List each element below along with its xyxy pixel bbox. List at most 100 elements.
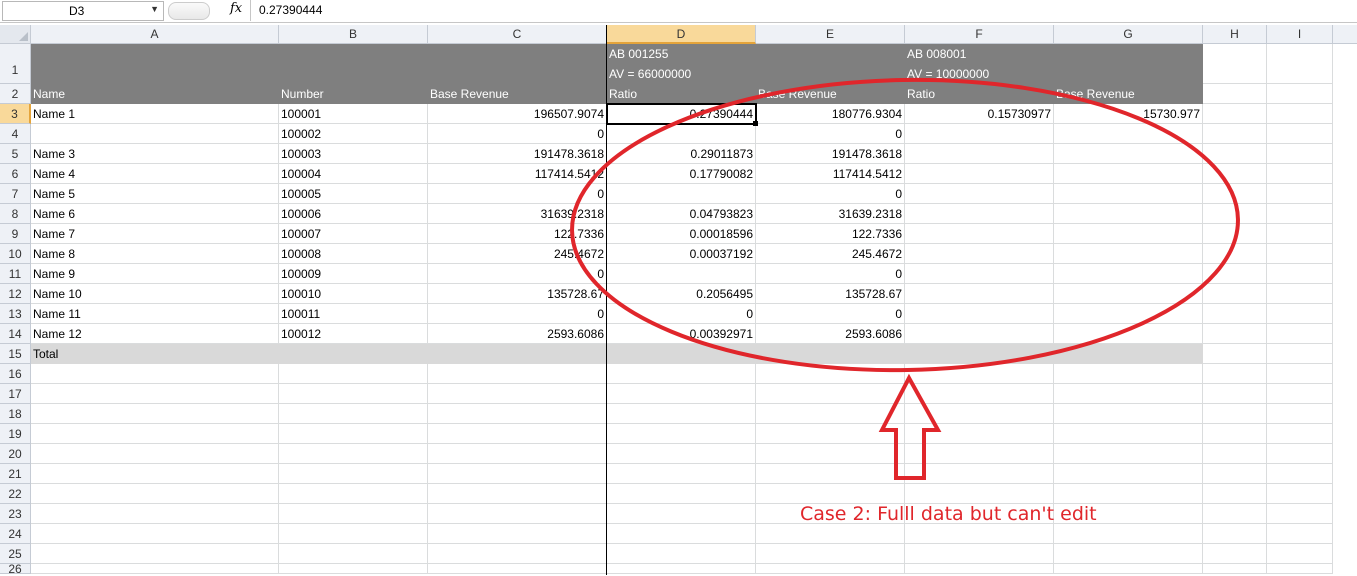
cell-g24[interactable] xyxy=(1054,524,1203,544)
cell-d9[interactable]: 0.00018596 xyxy=(607,224,756,244)
row-header-20[interactable]: 20 xyxy=(0,444,31,464)
cell-b17[interactable] xyxy=(279,384,428,404)
cell-f9[interactable] xyxy=(905,224,1054,244)
cell-d16[interactable] xyxy=(607,364,756,384)
cell-a15[interactable]: Total xyxy=(31,344,279,364)
cell-f1[interactable]: AB 008001 AV = 10000000 xyxy=(905,44,1054,84)
cell-e21[interactable] xyxy=(756,464,905,484)
cell-f14[interactable] xyxy=(905,324,1054,344)
cell-c16[interactable] xyxy=(428,364,607,384)
cell-d13[interactable]: 0 xyxy=(607,304,756,324)
cell-c25[interactable] xyxy=(428,544,607,564)
row-header-2[interactable]: 2 xyxy=(0,84,31,104)
cell-h22[interactable] xyxy=(1203,484,1267,504)
cell-c1[interactable] xyxy=(428,44,607,84)
cell-f24[interactable] xyxy=(905,524,1054,544)
cell-i17[interactable] xyxy=(1267,384,1333,404)
cell-f7[interactable] xyxy=(905,184,1054,204)
row-header-3[interactable]: 3 xyxy=(0,104,31,124)
cell-i10[interactable] xyxy=(1267,244,1333,264)
row-header-19[interactable]: 19 xyxy=(0,424,31,444)
row-header-16[interactable]: 16 xyxy=(0,364,31,384)
cell-h16[interactable] xyxy=(1203,364,1267,384)
cell-i14[interactable] xyxy=(1267,324,1333,344)
cell-b4[interactable]: 100002 xyxy=(279,124,428,144)
cell-b25[interactable] xyxy=(279,544,428,564)
cell-h6[interactable] xyxy=(1203,164,1267,184)
fill-handle[interactable] xyxy=(753,121,758,126)
column-header-f[interactable]: F xyxy=(905,25,1054,44)
cell-h20[interactable] xyxy=(1203,444,1267,464)
row-header-25[interactable]: 25 xyxy=(0,544,31,564)
cell-e25[interactable] xyxy=(756,544,905,564)
row-header-18[interactable]: 18 xyxy=(0,404,31,424)
cell-b20[interactable] xyxy=(279,444,428,464)
cell-c4[interactable]: 0 xyxy=(428,124,607,144)
cell-c23[interactable] xyxy=(428,504,607,524)
cell-e12[interactable]: 135728.67 xyxy=(756,284,905,304)
cell-g2[interactable]: Base Revenue xyxy=(1054,84,1203,104)
cell-c17[interactable] xyxy=(428,384,607,404)
cell-d8[interactable]: 0.04793823 xyxy=(607,204,756,224)
cell-g10[interactable] xyxy=(1054,244,1203,264)
cell-b8[interactable]: 100006 xyxy=(279,204,428,224)
cell-e9[interactable]: 122.7336 xyxy=(756,224,905,244)
cell-g4[interactable] xyxy=(1054,124,1203,144)
cell-c12[interactable]: 135728.67 xyxy=(428,284,607,304)
cell-h3[interactable] xyxy=(1203,104,1267,124)
cell-h23[interactable] xyxy=(1203,504,1267,524)
formula-bar-splitter[interactable] xyxy=(168,2,210,20)
cell-i23[interactable] xyxy=(1267,504,1333,524)
cell-g26[interactable] xyxy=(1054,564,1203,574)
cell-e3[interactable]: 180776.9304 xyxy=(756,104,905,124)
cell-b12[interactable]: 100010 xyxy=(279,284,428,304)
cell-f6[interactable] xyxy=(905,164,1054,184)
row-header-12[interactable]: 12 xyxy=(0,284,31,304)
cell-b3[interactable]: 100001 xyxy=(279,104,428,124)
cell-d18[interactable] xyxy=(607,404,756,424)
column-header-b[interactable]: B xyxy=(279,25,428,44)
cell-d2[interactable]: Ratio xyxy=(607,84,756,104)
cell-h25[interactable] xyxy=(1203,544,1267,564)
cell-e26[interactable] xyxy=(756,564,905,574)
cell-f5[interactable] xyxy=(905,144,1054,164)
cell-a5[interactable]: Name 3 xyxy=(31,144,279,164)
cell-a9[interactable]: Name 7 xyxy=(31,224,279,244)
cell-a25[interactable] xyxy=(31,544,279,564)
cell-f16[interactable] xyxy=(905,364,1054,384)
cell-d21[interactable] xyxy=(607,464,756,484)
cell-a8[interactable]: Name 6 xyxy=(31,204,279,224)
cell-a24[interactable] xyxy=(31,524,279,544)
cell-b9[interactable]: 100007 xyxy=(279,224,428,244)
column-header-a[interactable]: A xyxy=(31,25,279,44)
cell-f18[interactable] xyxy=(905,404,1054,424)
row-header-24[interactable]: 24 xyxy=(0,524,31,544)
cell-b24[interactable] xyxy=(279,524,428,544)
cell-c26[interactable] xyxy=(428,564,607,574)
cell-f3[interactable]: 0.15730977 xyxy=(905,104,1054,124)
cell-f11[interactable] xyxy=(905,264,1054,284)
cell-g5[interactable] xyxy=(1054,144,1203,164)
cell-h4[interactable] xyxy=(1203,124,1267,144)
column-header-g[interactable]: G xyxy=(1054,25,1203,44)
cell-i12[interactable] xyxy=(1267,284,1333,304)
row-header-10[interactable]: 10 xyxy=(0,244,31,264)
cell-g20[interactable] xyxy=(1054,444,1203,464)
cell-g3[interactable]: 15730.977 xyxy=(1054,104,1203,124)
cell-f17[interactable] xyxy=(905,384,1054,404)
cell-f8[interactable] xyxy=(905,204,1054,224)
cell-e20[interactable] xyxy=(756,444,905,464)
row-header-5[interactable]: 5 xyxy=(0,144,31,164)
cell-c2[interactable]: Base Revenue xyxy=(428,84,607,104)
cell-e17[interactable] xyxy=(756,384,905,404)
select-all-corner[interactable] xyxy=(0,25,31,44)
cell-a21[interactable] xyxy=(31,464,279,484)
formula-input[interactable]: 0.27390444 xyxy=(250,0,1351,21)
cell-a17[interactable] xyxy=(31,384,279,404)
cell-c5[interactable]: 191478.3618 xyxy=(428,144,607,164)
cell-b7[interactable]: 100005 xyxy=(279,184,428,204)
cell-e19[interactable] xyxy=(756,424,905,444)
cell-i1[interactable] xyxy=(1267,44,1333,84)
cell-h19[interactable] xyxy=(1203,424,1267,444)
cell-i8[interactable] xyxy=(1267,204,1333,224)
